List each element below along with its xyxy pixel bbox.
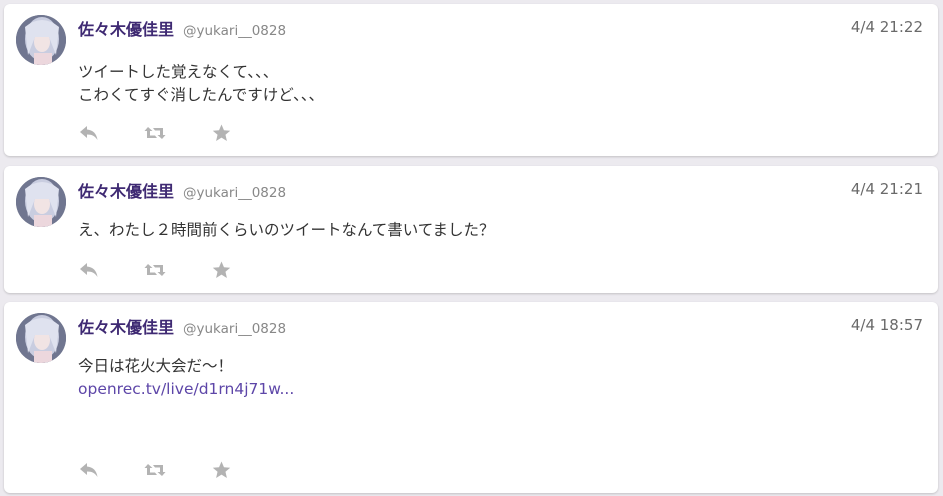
- reply-icon[interactable]: [78, 459, 100, 481]
- tweet-card: 佐々木優佳里 @yukari__0828 4/4 21:22 ツイートした覚えな…: [4, 4, 938, 156]
- retweet-icon[interactable]: [144, 122, 166, 144]
- tweet-actions: [78, 459, 276, 481]
- tweet-text-line: こわくてすぐ消したんですけど、、、: [78, 86, 324, 104]
- tweet-text: え、わたし２時間前くらいのツイートなんて書いてました？: [78, 219, 495, 242]
- display-name[interactable]: 佐々木優佳里: [78, 16, 174, 40]
- tweet-text-line: 今日は花火大会だ〜！: [78, 357, 234, 375]
- tweet-card: 佐々木優佳里 @yukari__0828 4/4 18:57 今日は花火大会だ〜…: [4, 302, 938, 493]
- tweet-timestamp[interactable]: 4/4 21:21: [851, 180, 923, 198]
- display-name[interactable]: 佐々木優佳里: [78, 314, 174, 338]
- avatar[interactable]: [16, 177, 66, 227]
- user-handle[interactable]: @yukari__0828: [183, 185, 286, 201]
- tweet-timestamp[interactable]: 4/4 18:57: [851, 316, 923, 334]
- user-handle[interactable]: @yukari__0828: [183, 321, 286, 337]
- retweet-icon[interactable]: [144, 459, 166, 481]
- tweet-timestamp[interactable]: 4/4 21:22: [851, 18, 923, 36]
- tweet-text-line: え、わたし２時間前くらいのツイートなんて書いてました？: [78, 221, 495, 239]
- tweet-card: 佐々木優佳里 @yukari__0828 4/4 21:21 え、わたし２時間前…: [4, 166, 938, 293]
- retweet-icon[interactable]: [144, 259, 166, 281]
- favorite-star-icon[interactable]: [210, 122, 232, 144]
- tweet-text: ツイートした覚えなくて、、、 こわくてすぐ消したんですけど、、、: [78, 61, 324, 107]
- avatar[interactable]: [16, 313, 66, 363]
- tweet-link[interactable]: openrec.tv/live/d1rn4j71w...: [78, 378, 294, 401]
- reply-icon[interactable]: [78, 259, 100, 281]
- avatar[interactable]: [16, 15, 66, 65]
- display-name[interactable]: 佐々木優佳里: [78, 178, 174, 202]
- favorite-star-icon[interactable]: [210, 459, 232, 481]
- user-handle[interactable]: @yukari__0828: [183, 23, 286, 39]
- reply-icon[interactable]: [78, 122, 100, 144]
- favorite-star-icon[interactable]: [210, 259, 232, 281]
- tweet-text: 今日は花火大会だ〜！ openrec.tv/live/d1rn4j71w...: [78, 355, 294, 401]
- tweet-text-line: ツイートした覚えなくて、、、: [78, 63, 279, 81]
- tweet-actions: [78, 122, 276, 144]
- tweet-actions: [78, 259, 276, 281]
